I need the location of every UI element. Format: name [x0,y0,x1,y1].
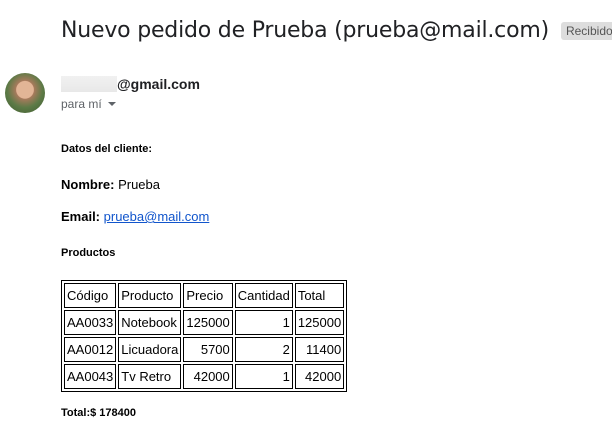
client-data-heading: Datos del cliente: [61,143,153,155]
table-header-row: Código Producto Precio Cantidad Total [64,283,345,308]
email-label: Email: [61,209,101,224]
recipient-label: para mí [61,97,102,111]
email-field: Email: prueba@mail.com [61,209,209,224]
recipient-row[interactable]: para mí [61,97,116,111]
avatar[interactable] [5,73,45,113]
table-cell: 125000 [183,310,233,335]
products-table: Código Producto Precio Cantidad Total AA… [61,280,348,392]
table-cell: AA0012 [64,337,117,362]
column-header: Precio [183,283,233,308]
table-row: AA0012 Licuadora 5700 2 11400 [64,337,345,362]
redacted-sender-name [61,76,117,92]
column-header: Total [294,283,345,308]
table-cell: 2 [234,337,293,362]
name-field: Nombre: Prueba [61,177,160,192]
subject-row: Nuevo pedido de Prueba (prueba@mail.com)… [61,18,612,43]
sender-email-domain: @gmail.com [117,76,200,92]
table-cell: 11400 [294,337,345,362]
table-cell: AA0043 [64,364,117,389]
table-row: AA0033 Notebook 125000 1 125000 [64,310,345,335]
table-cell: 5700 [183,337,233,362]
table-cell: 125000 [294,310,345,335]
chevron-down-icon[interactable] [107,102,116,106]
table-cell: Licuadora [118,337,182,362]
email-subject: Nuevo pedido de Prueba (prueba@mail.com) [61,18,549,43]
label-chip-recibidos[interactable]: Recibidos × [560,21,612,40]
table-cell: Notebook [118,310,182,335]
column-header: Producto [118,283,182,308]
email-link[interactable]: prueba@mail.com [104,209,210,224]
column-header: Cantidad [234,283,293,308]
name-label: Nombre: [61,177,115,192]
column-header: Código [64,283,117,308]
table-cell: 1 [234,364,293,389]
total-value: $ 178400 [90,407,137,419]
label-chip-text: Recibidos [565,23,612,38]
table-cell: Tv Retro [118,364,182,389]
table-cell: 42000 [294,364,345,389]
table-cell: AA0033 [64,310,117,335]
name-value: Prueba [118,177,160,192]
order-total: Total:$ 178400 [61,407,136,419]
table-row: AA0043 Tv Retro 42000 1 42000 [64,364,345,389]
products-heading: Productos [61,247,116,259]
total-label: Total: [61,407,91,419]
table-cell: 42000 [183,364,233,389]
table-cell: 1 [234,310,293,335]
sender: @gmail.com [61,76,200,92]
